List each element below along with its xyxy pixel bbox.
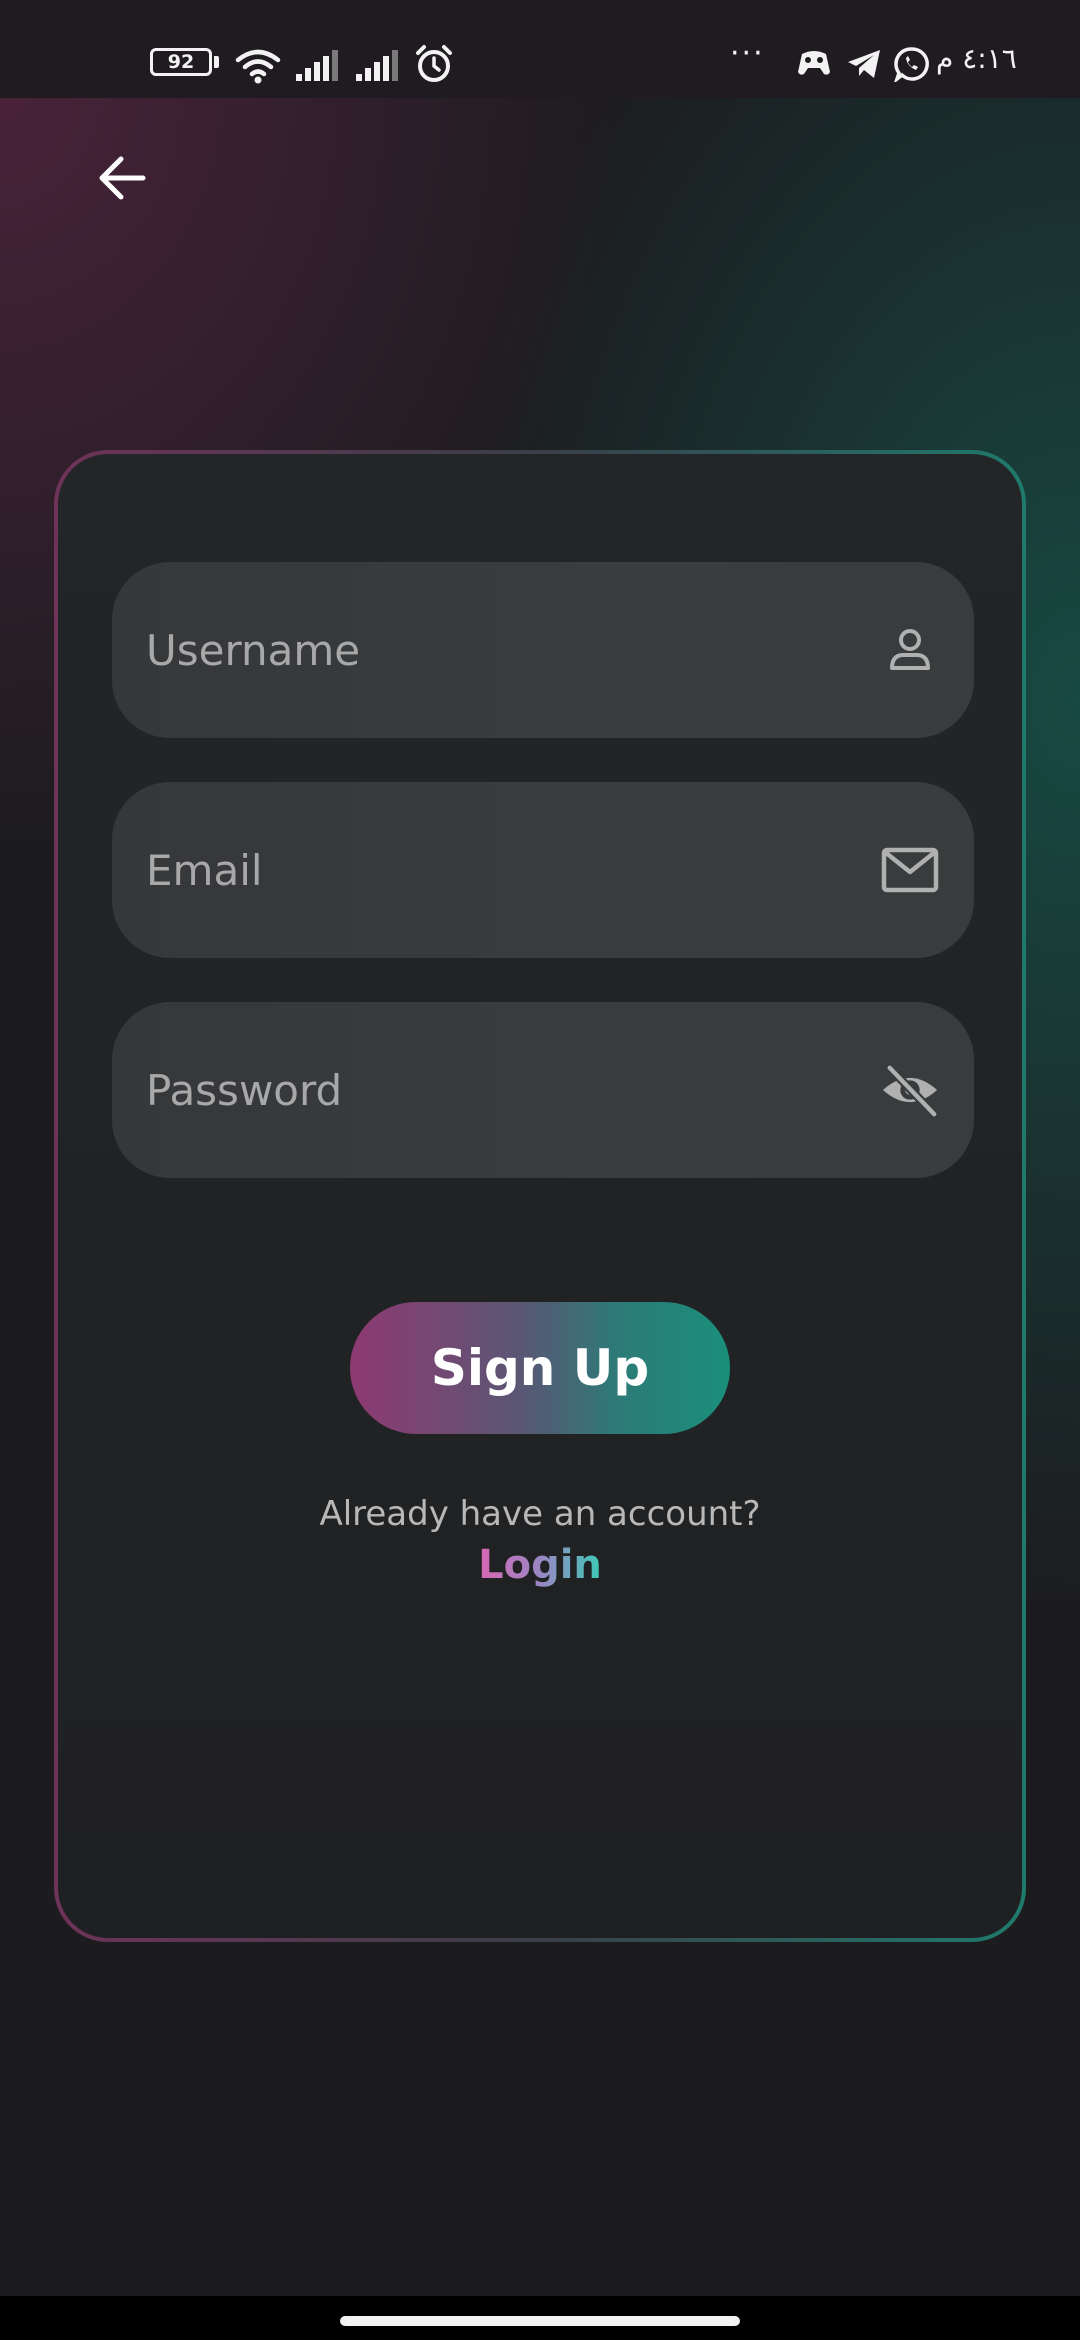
account-prompt: Already have an account? [319, 1494, 761, 1534]
login-link-container: Login [58, 1542, 1022, 1588]
status-time: ٤:١٦ م [936, 42, 1017, 75]
more-notifications-icon: ··· [730, 36, 765, 71]
email-field[interactable] [112, 782, 974, 958]
eye-off-icon[interactable] [880, 1060, 940, 1120]
back-button[interactable] [84, 140, 160, 216]
telegram-icon [848, 50, 880, 78]
password-input[interactable] [146, 1002, 846, 1178]
person-icon [880, 620, 940, 680]
signup-button[interactable]: Sign Up [350, 1302, 730, 1434]
wifi-icon [235, 49, 281, 84]
battery-level: 92 [167, 51, 195, 73]
battery-icon: 92 [150, 48, 212, 76]
password-field[interactable] [112, 1002, 974, 1178]
username-input[interactable] [146, 562, 846, 738]
username-field[interactable] [112, 562, 974, 738]
email-input[interactable] [146, 782, 846, 958]
signup-screen: 92 ··· ٤:١٦ م Username Email Sign Up Alr… [0, 0, 1080, 2340]
battery-tip [214, 56, 219, 68]
alarm-icon [416, 45, 452, 82]
home-indicator[interactable] [340, 2316, 740, 2326]
game-controller-icon [798, 51, 830, 75]
login-link[interactable]: Login [478, 1542, 602, 1588]
status-bar: 92 ··· ٤:١٦ م [0, 0, 1080, 98]
signup-card: Sign Up Already have an account? Login [54, 450, 1026, 1942]
signal-icon [356, 50, 398, 81]
signal-icon [296, 50, 338, 81]
whatsapp-icon [894, 47, 929, 82]
arrow-left-icon [99, 156, 146, 200]
signup-card-body: Sign Up Already have an account? Login [58, 454, 1022, 1938]
mail-icon [880, 840, 940, 900]
